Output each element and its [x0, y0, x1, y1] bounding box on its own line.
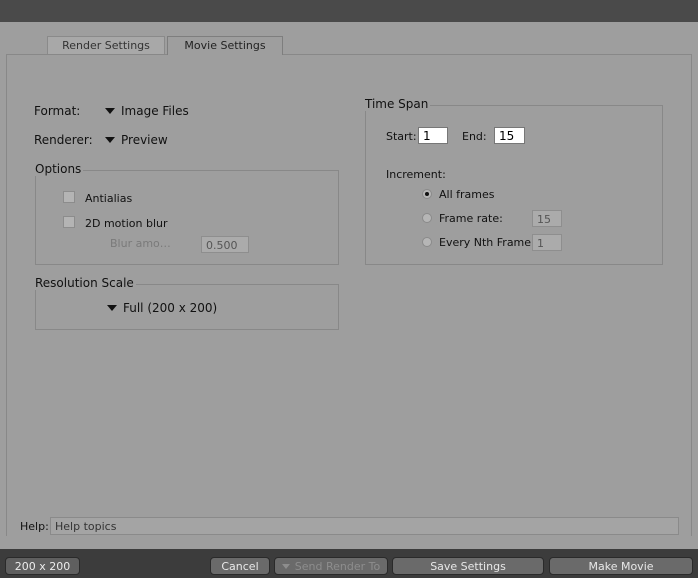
help-label: Help: [20, 520, 49, 533]
resolution-scale-dropdown[interactable]: Full (200 x 200) [107, 301, 217, 315]
make-movie-button[interactable]: Make Movie [549, 557, 693, 575]
renderer-dropdown[interactable]: Preview [105, 133, 168, 147]
all-frames-label: All frames [439, 188, 495, 201]
tab-content-panel: Format: Image Files Renderer: Preview Op… [6, 54, 692, 536]
save-settings-button[interactable]: Save Settings [392, 557, 544, 575]
every-nth-frame-radio[interactable] [422, 237, 432, 247]
options-group-title: Options [33, 162, 84, 176]
blur-amount-label: Blur amo… [110, 237, 171, 250]
format-value: Image Files [121, 104, 189, 118]
start-frame-input[interactable]: 1 [418, 127, 448, 144]
time-span-title: Time Span [363, 97, 431, 111]
dropdown-arrow-icon [281, 564, 290, 569]
format-dropdown[interactable]: Image Files [105, 104, 189, 118]
motion-blur-label: 2D motion blur [85, 217, 168, 230]
window-title-bar[interactable] [0, 0, 698, 23]
options-group [35, 170, 339, 265]
motion-blur-checkbox[interactable] [63, 216, 75, 228]
start-label: Start: [386, 130, 417, 143]
image-size-button[interactable]: 200 x 200 [5, 557, 80, 575]
increment-label: Increment: [386, 168, 446, 181]
resolution-scale-value: Full (200 x 200) [123, 301, 218, 315]
frame-rate-radio[interactable] [422, 213, 432, 223]
blur-amount-field[interactable]: 0.500 [201, 236, 249, 253]
dropdown-arrow-icon [105, 108, 115, 114]
all-frames-radio[interactable] [422, 189, 432, 199]
renderer-value: Preview [121, 133, 168, 147]
tab-strip: Render Settings Movie Settings [6, 36, 692, 55]
antialias-checkbox[interactable] [63, 191, 75, 203]
movie-settings-dialog: Render Settings Movie Settings Format: I… [0, 22, 698, 549]
resolution-scale-title: Resolution Scale [33, 276, 136, 290]
frame-rate-label: Frame rate: [439, 212, 503, 225]
format-label: Format: [34, 104, 81, 118]
dropdown-arrow-icon [105, 137, 115, 143]
send-render-to-label: Send Render To [294, 560, 381, 573]
renderer-label: Renderer: [34, 133, 93, 147]
end-frame-input[interactable]: 15 [494, 127, 525, 144]
cancel-button[interactable]: Cancel [210, 557, 270, 575]
every-nth-frame-label: Every Nth Frame: [439, 236, 535, 249]
help-topics-field: Help topics [50, 517, 679, 535]
frame-rate-field[interactable]: 15 [532, 210, 562, 227]
dropdown-arrow-icon [107, 305, 117, 311]
tab-render-settings[interactable]: Render Settings [47, 36, 165, 54]
bottom-button-bar: 200 x 200 Cancel Send Render To Save Set… [0, 549, 698, 578]
send-render-to-button[interactable]: Send Render To [274, 557, 388, 575]
every-nth-frame-field[interactable]: 1 [532, 234, 562, 251]
end-label: End: [462, 130, 487, 143]
tab-movie-settings[interactable]: Movie Settings [167, 36, 283, 55]
antialias-label: Antialias [85, 192, 133, 205]
